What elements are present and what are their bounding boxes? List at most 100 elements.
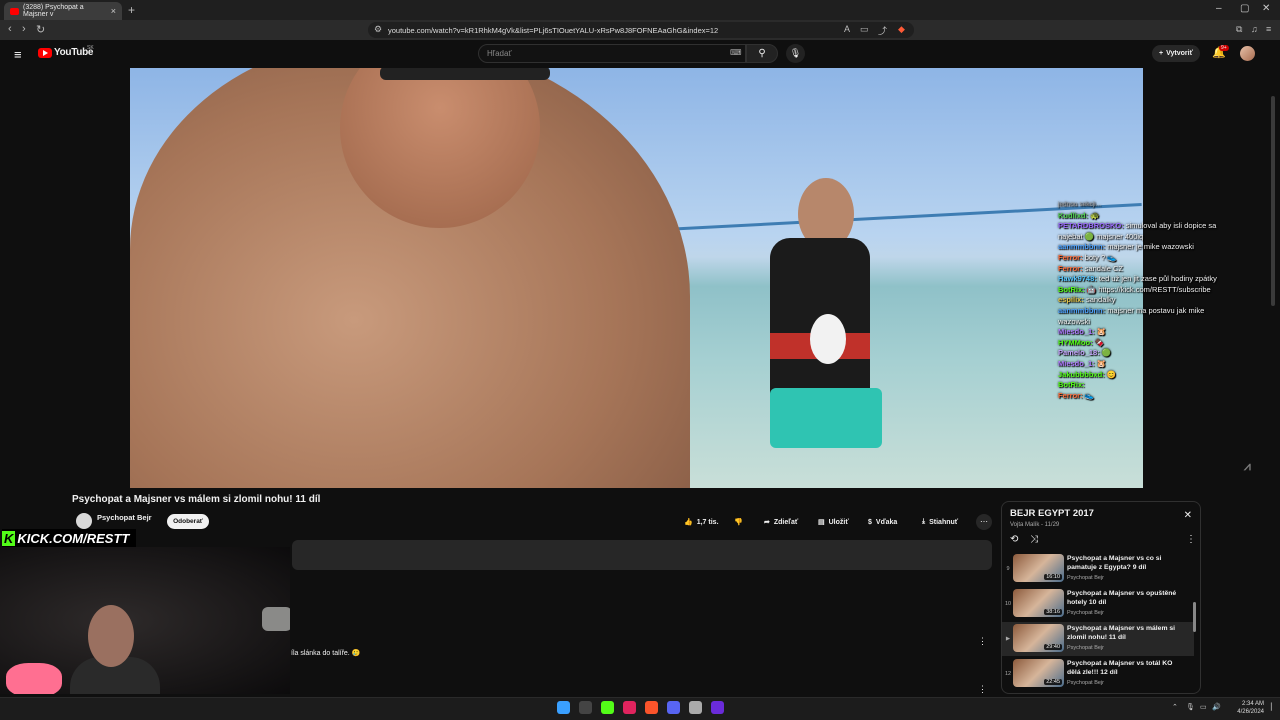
like-button[interactable]: 👍 1,7 tis.: [684, 514, 719, 530]
channel-watermark-icon[interactable]: ⩘: [1244, 459, 1251, 474]
playlist-item-title[interactable]: Psychopat a Majsner vs co si pamatuje z …: [1067, 554, 1185, 572]
chat-username[interactable]: Kudlixd:: [1058, 211, 1088, 220]
new-tab-button[interactable]: +: [128, 3, 135, 17]
close-playlist-icon[interactable]: ✕: [1184, 510, 1192, 521]
unsubscribe-button[interactable]: Odoberať: [167, 514, 209, 529]
channel-name[interactable]: Psychopat Bejr: [97, 513, 152, 522]
playlist-item-thumbnail[interactable]: 22:45: [1013, 659, 1064, 687]
share-label: Zdieľať: [773, 518, 799, 526]
browser-tab[interactable]: (3288) Psychopat a Majsner v ×: [4, 2, 122, 20]
playlist-item-title[interactable]: Psychopat a Majsner vs totál KO dělá zle…: [1067, 659, 1185, 677]
chat-header: jednou sekcji...: [1058, 201, 1101, 208]
search-button[interactable]: ⚲: [746, 44, 778, 63]
shuffle-icon[interactable]: ⤨: [1030, 534, 1038, 545]
tray-expand-icon[interactable]: ⌃: [1172, 703, 1178, 711]
back-icon[interactable]: ‹: [8, 23, 12, 35]
playlist-item[interactable]: 9 16:10 Psychopat a Majsner vs co si pamat…: [1002, 552, 1194, 586]
chat-username[interactable]: Miesdo_1:: [1058, 327, 1095, 336]
playlist-panel: BEJR EGYPT 2017 Vojta Malík - 11/29 ✕ ⟲ …: [1001, 501, 1201, 694]
voice-search-button[interactable]: 🎙: [786, 44, 805, 63]
maximize-icon[interactable]: ▢: [1240, 3, 1249, 14]
chat-username[interactable]: Ferror:: [1058, 391, 1083, 400]
loop-icon[interactable]: ⟲: [1010, 534, 1018, 545]
obs-icon[interactable]: [689, 701, 702, 714]
brave-browser-icon[interactable]: [645, 701, 658, 714]
playlist-item-thumbnail[interactable]: 38:16: [1013, 589, 1064, 617]
chat-message: Miesdo_1: 🐹: [1058, 327, 1238, 338]
playlist-item[interactable]: 12 22:45 Psychopat a Majsner vs totál KO d…: [1002, 657, 1194, 691]
chat-username[interactable]: HYMMoo:: [1058, 338, 1093, 347]
playlist-item-thumbnail[interactable]: 29:40: [1013, 624, 1064, 652]
chat-username[interactable]: aanmmbbnn:: [1058, 242, 1105, 251]
playlist-item-thumbnail[interactable]: 16:10: [1013, 554, 1064, 582]
dislike-button[interactable]: 👎: [734, 514, 743, 530]
brave-shield-icon[interactable]: ◆: [898, 24, 905, 35]
download-button[interactable]: ⤓ Stiahnuť: [922, 514, 958, 530]
playlist-menu-icon[interactable]: ⋮: [1186, 534, 1196, 545]
app-icon-purple[interactable]: [711, 701, 724, 714]
chat-username[interactable]: Hawk9748:: [1058, 274, 1097, 283]
playlist-item-title[interactable]: Psychopat a Majsner vs málem si zlomil n…: [1067, 624, 1185, 642]
show-desktop-icon[interactable]: ▏: [1271, 703, 1276, 711]
search-input[interactable]: Hľadať: [478, 44, 746, 63]
thanks-button[interactable]: $ Vďaka: [868, 514, 897, 530]
chat-username[interactable]: Miesdo_1:: [1058, 359, 1095, 368]
url-input[interactable]: youtube.com/watch?v=kR1RhkM4gVk&list=PLj…: [368, 22, 914, 38]
network-icon[interactable]: ▭: [1200, 703, 1207, 711]
close-tab-icon[interactable]: ×: [111, 6, 116, 16]
chat-username[interactable]: Ferror:: [1058, 264, 1083, 273]
chat-username[interactable]: aanmmbbnn:: [1058, 306, 1105, 315]
chat-username[interactable]: espilix:: [1058, 295, 1084, 304]
chat-username[interactable]: Jakubbbbxd:: [1058, 370, 1105, 379]
volume-icon[interactable]: 🔊: [1212, 703, 1221, 711]
share-page-icon[interactable]: ⤴: [878, 24, 887, 37]
extensions-icon[interactable]: ⧉: [1236, 24, 1242, 35]
app-icon-pin[interactable]: [623, 701, 636, 714]
comment-menu-icon-2[interactable]: ⋮: [978, 684, 987, 695]
page-scrollbar[interactable]: [1271, 96, 1275, 306]
playlist-item-title[interactable]: Psychopat a Majsner vs opuštěné hotely 1…: [1067, 589, 1185, 607]
kick-app-icon[interactable]: [601, 701, 614, 714]
playlist-title[interactable]: BEJR EGYPT 2017: [1010, 508, 1094, 519]
system-clock[interactable]: 2:34 AM 4/26/2024: [1224, 700, 1264, 716]
minimize-icon[interactable]: –: [1216, 3, 1222, 14]
youtube-logo-icon[interactable]: [38, 48, 52, 58]
user-avatar[interactable]: [1240, 46, 1255, 61]
mic-tray-icon[interactable]: 🎙: [1186, 703, 1195, 711]
kick-logo-icon: K: [2, 530, 16, 546]
keyboard-icon[interactable]: ⌨: [730, 48, 742, 57]
save-button[interactable]: ▤ Uložiť: [818, 514, 849, 530]
create-button[interactable]: + Vytvoriť: [1152, 45, 1200, 62]
chat-username[interactable]: PETARDBROSKO:: [1058, 221, 1124, 230]
playlist-item-index: 9: [1006, 566, 1010, 572]
site-info-icon[interactable]: ⚙: [374, 24, 382, 35]
channel-avatar[interactable]: [76, 513, 92, 529]
chat-username[interactable]: BotRix:: [1058, 380, 1085, 389]
forward-icon[interactable]: ›: [22, 23, 26, 35]
playlist-item[interactable]: ▶ 29:40 Psychopat a Majsner vs málem si zl…: [1002, 622, 1194, 656]
chat-message: Pamelo_18: 🟢: [1058, 348, 1238, 359]
thanks-label: Vďaka: [875, 518, 898, 526]
chat-text: 🟢: [1101, 348, 1112, 358]
reload-icon[interactable]: ↻: [36, 23, 45, 36]
share-button[interactable]: ➦ Zdieľať: [764, 514, 798, 530]
hamburger-menu-icon[interactable]: ≡: [14, 47, 22, 62]
chat-username[interactable]: Ferror:: [1058, 253, 1083, 262]
playlist-item[interactable]: 10 38:16 Psychopat a Majsner vs opuštěné h…: [1002, 587, 1194, 621]
description-box[interactable]: [292, 540, 992, 570]
cast-icon[interactable]: ▭: [860, 24, 869, 35]
chat-username[interactable]: Pamelo_18:: [1058, 348, 1100, 357]
more-actions-button[interactable]: ⋯: [976, 514, 992, 530]
chat-username[interactable]: BotRix:: [1058, 285, 1085, 294]
task-view-icon[interactable]: [579, 701, 592, 714]
video-player[interactable]: [130, 68, 1143, 488]
start-menu-icon[interactable]: [557, 701, 570, 714]
comment-menu-icon[interactable]: ⋮: [978, 636, 987, 647]
discord-icon[interactable]: [667, 701, 680, 714]
browser-menu-icon[interactable]: ≡: [1266, 24, 1271, 34]
translate-icon[interactable]: A: [844, 24, 850, 34]
close-window-icon[interactable]: ✕: [1262, 3, 1270, 14]
windows-taskbar: [0, 697, 1280, 720]
playlist-scrollbar[interactable]: [1193, 602, 1196, 632]
media-icon[interactable]: ♫: [1251, 24, 1258, 34]
